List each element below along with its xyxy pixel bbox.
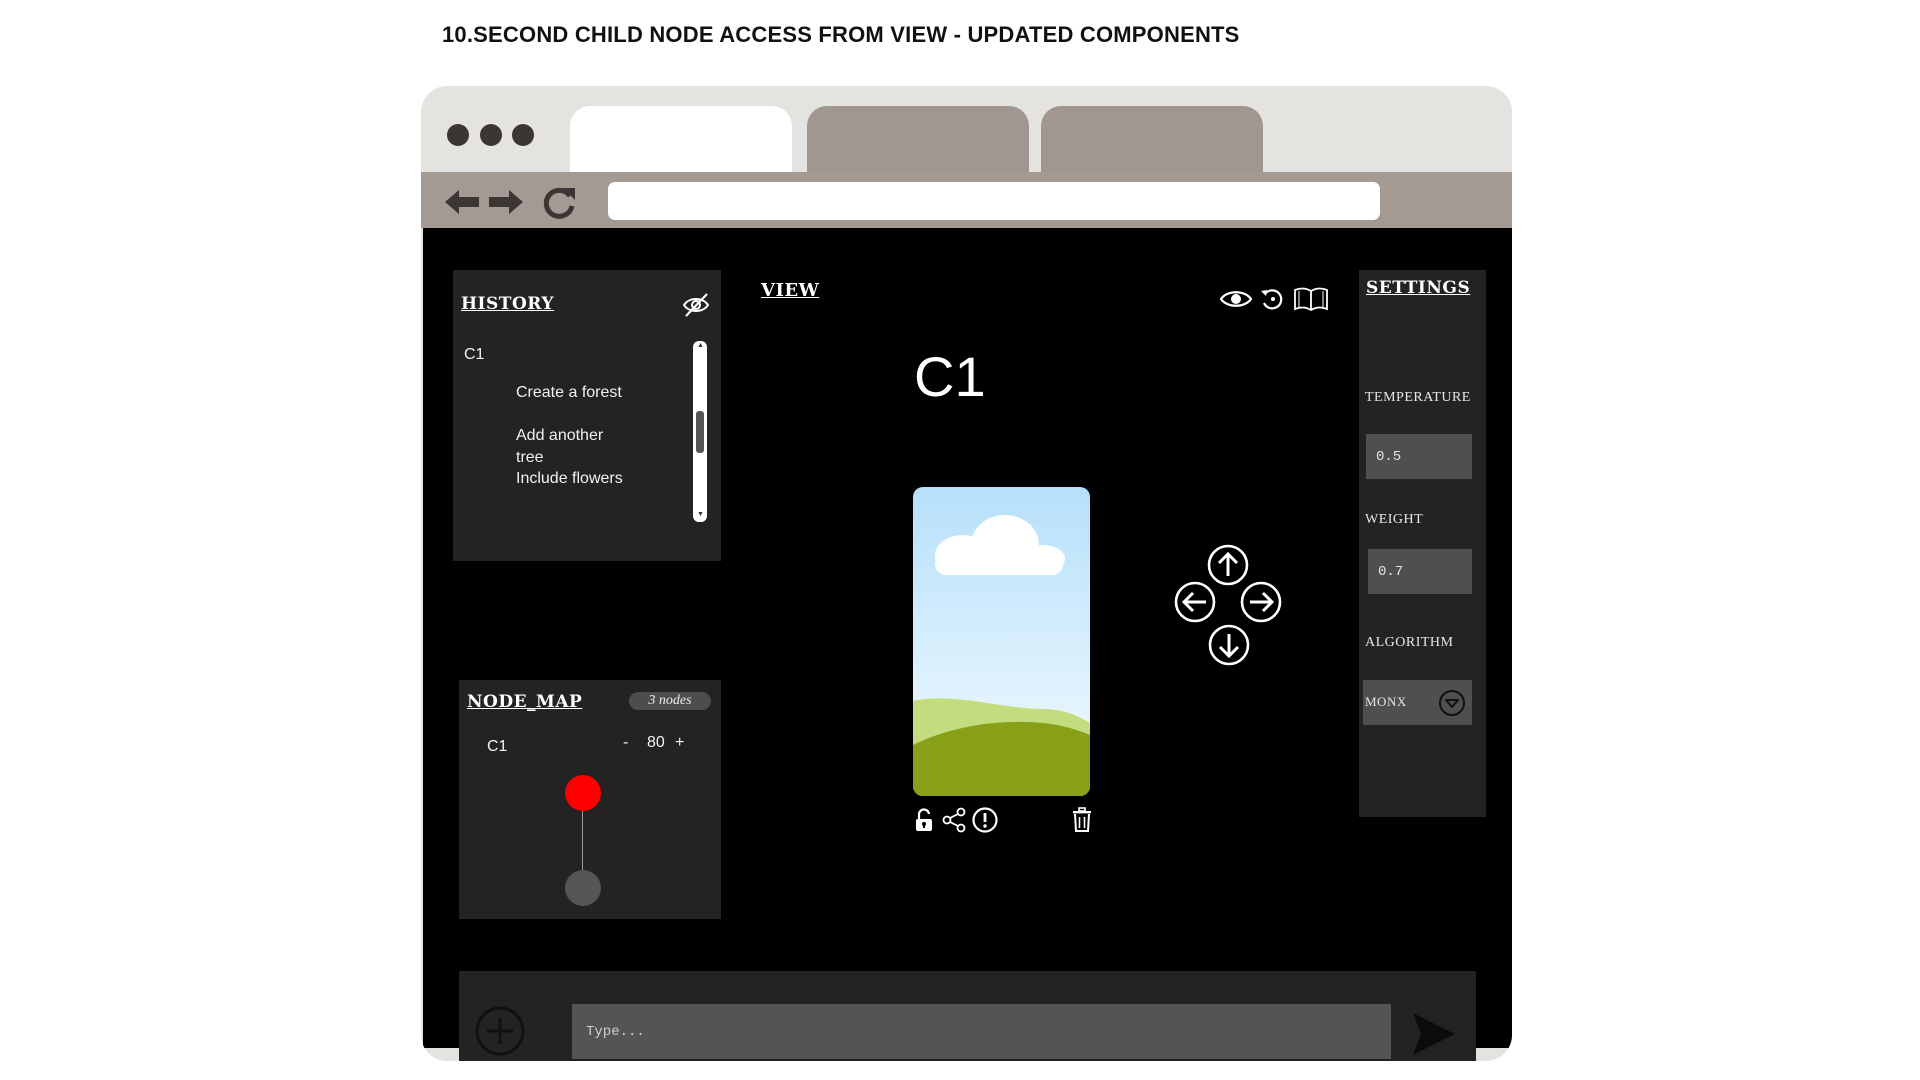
app-content: HISTORY C1 Create a forest Add another t… [423,228,1512,1061]
history-title: HISTORY [461,294,554,314]
settings-panel: SETTINGS TEMPERATURE WEIGHT ALGORITHM MO… [1359,270,1486,817]
algorithm-label: ALGORITHM [1365,635,1454,650]
scroll-thumb[interactable] [696,411,704,453]
algorithm-value: MONX [1365,694,1407,709]
zoom-in-button[interactable]: + [675,732,684,754]
history-node-label: C1 [464,346,485,363]
unlock-icon[interactable] [913,808,935,832]
zoom-level: 80 [647,734,665,751]
history-icon[interactable] [1259,286,1285,312]
reload-icon[interactable] [539,182,579,222]
algorithm-select[interactable]: MONX [1363,680,1472,725]
book-icon[interactable] [1293,286,1329,312]
browser-tab-2[interactable] [807,106,1029,172]
history-scrollbar[interactable]: ▲ ▼ [693,341,707,522]
node-count-badge: 3 nodes [629,692,711,710]
node-title: C1 [914,345,986,408]
arrow-right-icon[interactable] [1240,581,1282,623]
share-icon[interactable] [941,807,967,833]
history-item[interactable]: Create a forest [516,382,626,404]
node-active[interactable] [565,775,601,811]
browser-window: HISTORY C1 Create a forest Add another t… [421,86,1512,1061]
landscape-image [913,487,1090,796]
node-image-card[interactable] [913,487,1090,796]
history-item[interactable]: Add another tree [516,425,626,468]
zoom-out-button[interactable]: - [623,732,628,754]
forward-arrow-icon[interactable] [485,182,525,222]
scroll-up-icon[interactable]: ▲ [697,342,704,349]
weight-label: WEIGHT [1365,512,1424,527]
history-item[interactable]: Include flowers [516,468,626,490]
arrow-left-icon[interactable] [1174,581,1216,623]
browser-tab-1[interactable] [570,106,792,172]
chevron-down-icon[interactable] [1438,689,1466,717]
node-inactive[interactable] [565,870,601,906]
scroll-down-icon[interactable]: ▼ [697,511,704,518]
chat-input[interactable] [572,1004,1391,1059]
settings-title: SETTINGS [1366,278,1471,298]
weight-input[interactable] [1368,549,1472,594]
temperature-input[interactable] [1366,434,1472,479]
page-title: 10.SECOND CHILD NODE ACCESS FROM VIEW - … [442,22,1240,47]
back-arrow-icon[interactable] [443,182,483,222]
eye-icon[interactable] [1219,287,1253,311]
plus-circle-icon[interactable] [475,1006,525,1056]
trash-icon[interactable] [1071,807,1093,833]
chat-bar [459,971,1476,1061]
node-map-panel: NODE_MAP 3 nodes C1 - 80 + [459,680,721,919]
node-map-title: NODE_MAP [467,692,583,712]
arrow-up-icon[interactable] [1207,544,1249,586]
window-maximize-dot[interactable] [512,124,534,146]
url-bar[interactable] [608,182,1380,220]
view-title: VIEW [761,280,820,301]
history-panel: HISTORY C1 Create a forest Add another t… [453,270,721,561]
window-minimize-dot[interactable] [480,124,502,146]
alert-icon[interactable] [971,806,999,834]
send-icon[interactable] [1411,1011,1457,1057]
temperature-label: TEMPERATURE [1365,390,1471,405]
arrow-down-icon[interactable] [1208,624,1250,666]
browser-tab-3[interactable] [1041,106,1263,172]
eye-off-icon[interactable] [681,290,711,320]
window-close-dot[interactable] [447,124,469,146]
node-map-node-label: C1 [487,738,508,755]
